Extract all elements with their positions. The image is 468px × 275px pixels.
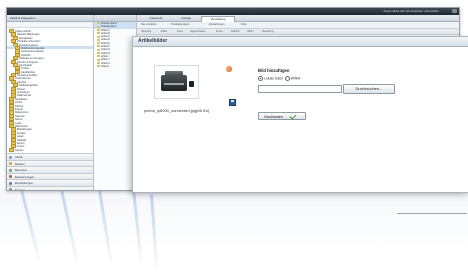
accordion-label: Medien — [15, 161, 25, 166]
list-item[interactable]: Artikel L — [94, 65, 136, 68]
new-button[interactable]: Neu erstellen — [141, 23, 156, 27]
folder-icon — [97, 28, 100, 31]
dialog-title: Artikelbilder — [133, 37, 468, 47]
top-bar: Angemeldet als: Administrator | Abmelden — [7, 8, 459, 15]
section-icon — [9, 188, 12, 190]
section-icon — [9, 168, 12, 172]
folder-icon — [97, 61, 100, 64]
sub-tabs: Übersicht Artikel Texte Eigenschaften Preise… — [137, 29, 459, 35]
accordion-label: System — [15, 187, 26, 191]
printer-image-slot — [164, 83, 184, 85]
product-groups-button[interactable]: Produktgruppen — [171, 23, 189, 27]
section-icon — [9, 162, 12, 165]
browse-button[interactable]: Durchsuchen... — [343, 84, 395, 94]
folder-icon — [97, 65, 100, 68]
folder-icon — [97, 25, 100, 28]
image-thumbnail[interactable] — [154, 65, 199, 99]
folder-icon — [97, 55, 100, 58]
folder-icon — [97, 38, 100, 41]
middle-pane-header — [94, 15, 136, 22]
filter-button[interactable]: Filter — [241, 23, 247, 27]
subtab[interactable]: Bilder — [248, 30, 254, 34]
left-pane: Inhalt & Kategorien Online-Auftritt Aktue… — [7, 15, 94, 190]
accordion-label: Einstellungen — [15, 181, 34, 185]
folder-icon — [97, 52, 100, 55]
section-icon — [9, 181, 12, 185]
close-icon[interactable] — [452, 9, 457, 13]
settings-button[interactable]: Einstellungen — [209, 23, 225, 27]
upload-button-label: Hochladen — [264, 114, 284, 119]
subtab[interactable]: Zubehör — [231, 30, 240, 34]
folder-icon — [97, 45, 100, 48]
subtab[interactable]: Preise — [216, 30, 223, 34]
section-icon — [9, 155, 12, 159]
tree-item-label: System — [15, 148, 24, 152]
source-radio-group: Lokale Datei WWW — [258, 76, 300, 81]
middle-pane: Aktuelle Artikel Artikelgruppen Artikel AA… — [94, 15, 137, 190]
tree-item[interactable]: System — [7, 147, 93, 152]
folder-icon — [97, 35, 100, 38]
radio-www-label: WWW — [290, 76, 301, 81]
main-tabs: Übersicht Vorlage Verwaltung — [137, 15, 459, 22]
radio-local-label: Lokale Datei — [264, 76, 283, 81]
accordion-label: Erweiterungen — [15, 174, 35, 179]
tab-overview[interactable]: Übersicht — [141, 16, 171, 21]
folder-icon — [97, 48, 100, 51]
list-item-label: Artikel L — [101, 64, 110, 68]
left-pane-title: Inhalt & Kategorien — [7, 15, 93, 22]
article-images-dialog: Artikelbilder pixma_ip6000_connected.jpg… — [132, 36, 468, 214]
radio-local-file[interactable] — [258, 76, 263, 81]
folder-icon — [9, 147, 14, 152]
article-group-list: Aktuelle Artikel Artikelgruppen Artikel AA… — [94, 22, 136, 68]
delete-icon[interactable] — [226, 66, 232, 72]
subtab[interactable]: Übersicht — [141, 30, 151, 34]
folder-icon — [97, 42, 100, 45]
file-path-input[interactable] — [258, 85, 342, 93]
subtab[interactable]: Bestellung — [263, 30, 274, 34]
folder-icon — [97, 58, 100, 61]
page-tree: Online-Auftritt Aktuelle Meldungen Neuigke… — [7, 28, 93, 154]
printer-cartridge — [189, 81, 194, 87]
tab-template[interactable]: Vorlage — [173, 16, 199, 21]
divider — [397, 213, 467, 214]
subtab[interactable]: Texte — [177, 30, 183, 34]
accordion-item[interactable]: System — [7, 185, 93, 191]
accordion-label: Benutzer — [15, 168, 28, 172]
toolbar: Neu erstellen Produktgruppen Einstellung… — [137, 22, 459, 29]
image-filename: pixma_ip6000_connected.jpg(66 Kb) — [144, 108, 210, 113]
radio-www[interactable] — [284, 76, 290, 81]
subtab[interactable]: Artikel — [161, 30, 168, 34]
accordion-label: Inhalt — [15, 155, 23, 159]
save-icon[interactable] — [229, 99, 236, 106]
checkmark-icon — [289, 112, 297, 120]
top-bar-text: Angemeldet als: Administrator | Abmelden — [383, 9, 439, 13]
folder-icon — [97, 22, 100, 25]
folder-icon — [97, 32, 100, 35]
upload-heading: Bild hinzufügen — [258, 68, 290, 73]
upload-button[interactable]: Hochladen — [258, 112, 306, 120]
section-icon — [9, 175, 12, 178]
subtab[interactable]: Eigenschaften — [191, 30, 206, 34]
